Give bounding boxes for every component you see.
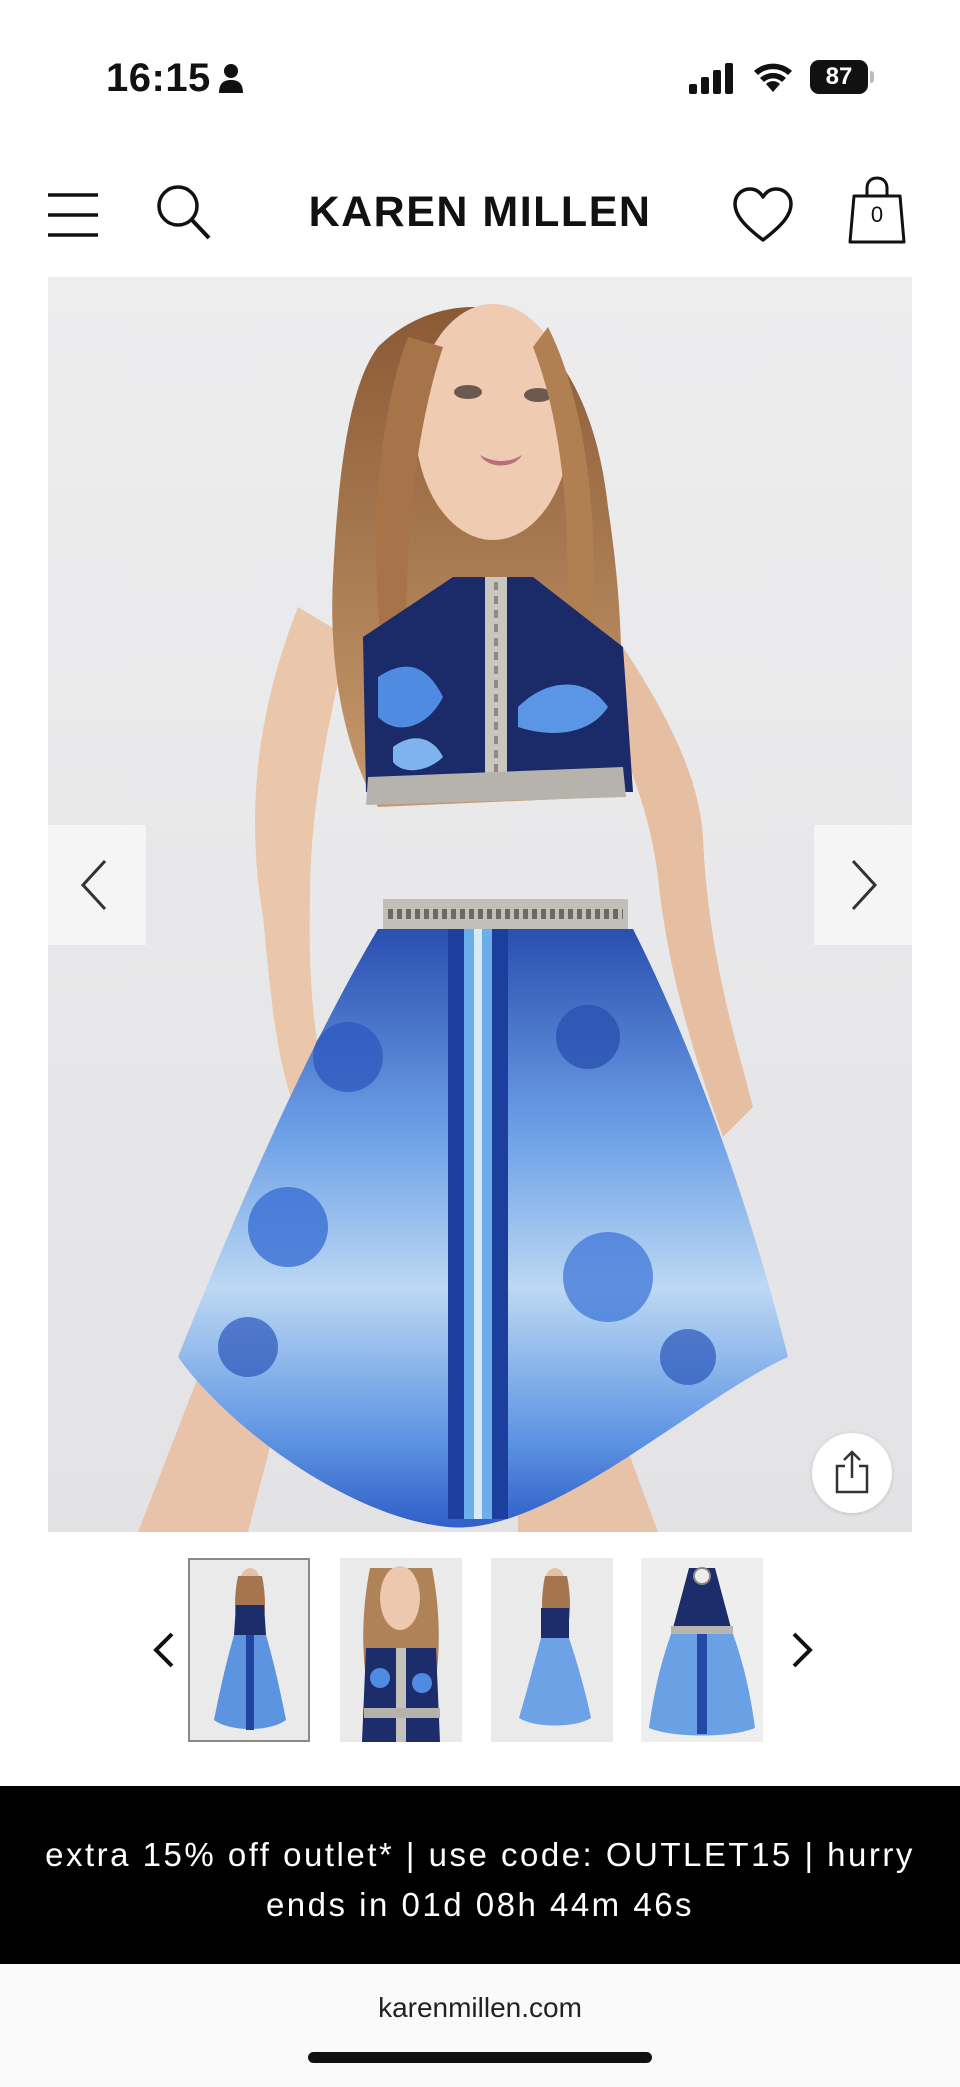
site-header: KAREN MILLEN 0 [0, 170, 960, 260]
gallery-prev-button[interactable] [48, 825, 146, 945]
menu-icon[interactable] [46, 188, 100, 242]
home-indicator[interactable] [308, 2052, 652, 2063]
product-photo-dress [138, 304, 788, 1532]
chevron-left-icon [80, 859, 107, 911]
chevron-right-icon [851, 859, 878, 911]
browser-url-bar[interactable]: karenmillen.com [0, 1964, 960, 2087]
battery-icon: 87 [810, 60, 874, 94]
promo-banner[interactable]: extra 15% off outlet* | use code: OUTLET… [0, 1786, 960, 1964]
bag-count: 0 [870, 202, 884, 227]
share-icon [835, 1450, 869, 1494]
search-icon[interactable] [154, 182, 214, 242]
status-bar: 16:15 87 [0, 0, 960, 150]
product-main-image[interactable] [48, 277, 912, 1532]
brand-logo[interactable]: KAREN MILLEN [270, 188, 690, 237]
thumbnail-4[interactable] [641, 1558, 763, 1742]
thumbnail-dress-closeup [340, 1558, 462, 1742]
thumbnail-dress-flat [641, 1558, 763, 1742]
heart-icon[interactable] [732, 186, 794, 244]
status-time: 16:15 [106, 56, 211, 100]
gallery-next-button[interactable] [814, 825, 912, 945]
share-button[interactable] [812, 1433, 892, 1513]
signal-icon [689, 63, 733, 94]
wifi-icon [754, 63, 792, 92]
thumbnail-1[interactable] [188, 1558, 310, 1742]
battery-level: 87 [810, 60, 868, 94]
promo-line-1: extra 15% off outlet* | use code: OUTLET… [45, 1836, 915, 1873]
thumbnail-next-icon[interactable] [788, 1628, 818, 1672]
thumbnail-2[interactable] [340, 1558, 462, 1742]
person-icon [219, 64, 243, 93]
url-text: karenmillen.com [378, 1992, 582, 2023]
promo-line-2: ends in 01d 08h 44m 46s [265, 1886, 695, 1923]
thumbnail-3[interactable] [491, 1558, 613, 1742]
thumbnail-prev-icon[interactable] [148, 1628, 178, 1672]
thumbnail-dress-front [190, 1560, 308, 1740]
thumbnail-dress-side [491, 1558, 613, 1742]
